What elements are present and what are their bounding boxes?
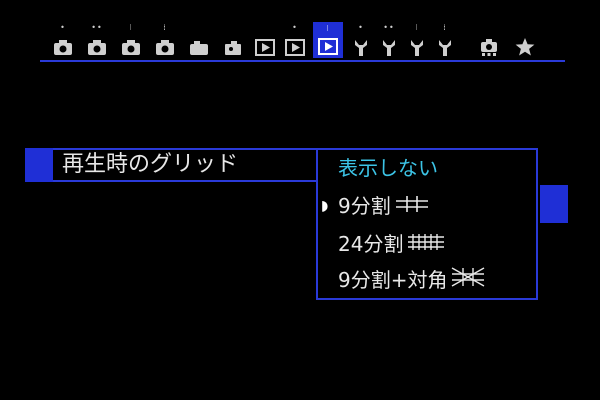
option-item-24-grid[interactable]: 24分割 [338,230,445,258]
tab-shooting-3[interactable]: ⁝ [120,24,142,58]
scroll-indicator [540,185,568,223]
tab-playback-3[interactable]: ⁝ [313,22,343,58]
wrench-icon [383,40,395,56]
menu-tab-bar: • •• ⁝ ⁞ • ⁝ • •• ⁝ ⁞ [0,0,600,70]
camera-small-icon [225,41,241,55]
option-label: 9分割 [338,194,391,218]
grid-3x3-icon [395,192,429,220]
wrench-icon [439,40,451,56]
option-label: 24分割 [338,232,404,256]
tab-shooting-5[interactable] [188,36,210,58]
tab-page-dots: •• [383,23,395,32]
setting-label: 再生時のグリッド [62,152,239,177]
grid-6x4-icon [407,230,445,258]
tab-page-dots: •• [91,23,103,32]
selection-cursor-icon: ◗ [321,198,329,214]
tab-page-dots: • [358,23,364,32]
camera-icon [54,40,72,55]
tab-page-dots: ⁞ [163,23,167,32]
option-label: 9分割+対角 [338,268,448,292]
tab-page-dots: • [60,23,66,32]
tab-bar-divider [40,60,565,62]
tab-page-dots: ⁝ [415,23,419,32]
tab-setup-2[interactable]: •• [378,24,400,58]
tab-page-dots: ⁞ [443,23,447,32]
custom-functions-icon [481,39,497,56]
star-icon [515,38,535,56]
tab-playback-1[interactable] [254,36,276,58]
tab-setup-3[interactable]: ⁝ [406,24,428,58]
tab-page-dots: ⁝ [129,23,133,32]
current-value: 表示しない [338,156,438,180]
camera-icon [88,40,106,55]
tab-shooting-6[interactable] [222,36,244,58]
playback-icon [255,39,275,56]
tab-page-dots: ⁝ [326,24,330,33]
tab-custom-functions[interactable] [478,36,500,58]
selected-row-marker [25,148,53,182]
tab-setup-4[interactable]: ⁞ [434,24,456,58]
tab-my-menu[interactable] [514,36,536,58]
tab-shooting-1[interactable]: • [52,24,74,58]
tab-shooting-2[interactable]: •• [86,24,108,58]
camera-icon [190,41,208,55]
option-item-9-grid-diagonal[interactable]: 9分割+対角 [338,266,485,294]
options-popup: 表示しない ◗ 9分割 24分割 9分割+対角 [316,148,538,300]
grid-diagonal-icon [451,266,485,294]
camera-icon [122,40,140,55]
wrench-icon [355,40,367,56]
wrench-icon [411,40,423,56]
tab-page-dots: • [292,23,298,32]
playback-icon [285,39,305,56]
camera-icon [156,40,174,55]
tab-shooting-4[interactable]: ⁞ [154,24,176,58]
tab-setup-1[interactable]: • [350,24,372,58]
tab-playback-2[interactable]: • [284,24,306,58]
playback-icon [318,38,338,55]
option-item-9-grid[interactable]: 9分割 [338,192,429,220]
